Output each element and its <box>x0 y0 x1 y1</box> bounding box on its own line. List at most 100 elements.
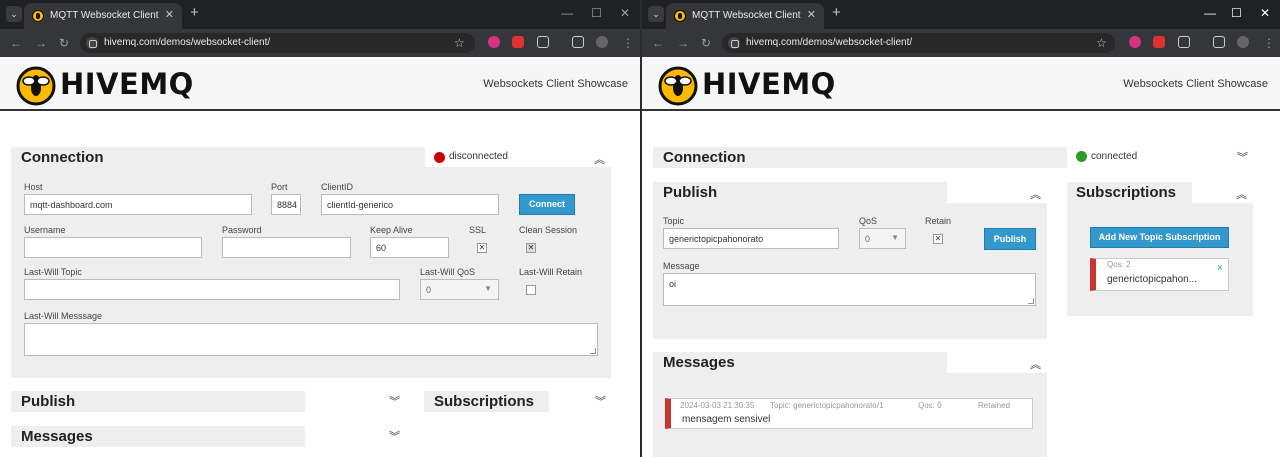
lwt-qos-value: 0 <box>426 285 432 295</box>
tab-bar: ⌄ MQTT Websocket Client ✕ + — ☐ ✕ <box>0 0 640 29</box>
close-icon[interactable]: ✕ <box>165 8 174 21</box>
chevron-up-icon[interactable]: ︾ <box>1028 187 1044 199</box>
connection-header[interactable]: Connection <box>653 147 1067 168</box>
side-panel-icon[interactable] <box>1213 36 1225 48</box>
connection-title: Connection <box>663 149 746 166</box>
messages-panel: 2024-03-03 21:30:35 Topic: generictopicp… <box>653 373 1047 457</box>
url-field[interactable]: hivemq.com/demos/websocket-client/ ☆ <box>722 33 1115 53</box>
messages-header[interactable]: Messages <box>11 426 305 447</box>
chevron-down-icon[interactable]: ︾ <box>386 432 402 443</box>
tab-bar: ⌄ MQTT Websocket Client ✕ + — ☐ ✕ <box>642 0 1280 29</box>
browser-tab[interactable]: MQTT Websocket Client ✕ <box>24 3 182 29</box>
browser-tab[interactable]: MQTT Websocket Client ✕ <box>666 3 824 29</box>
star-icon[interactable]: ☆ <box>1096 36 1107 50</box>
window-close-icon[interactable]: ✕ <box>620 5 630 21</box>
messages-header[interactable]: Messages <box>653 352 947 373</box>
publish-button[interactable]: Publish <box>984 228 1036 250</box>
connection-header[interactable]: Connection <box>11 147 425 167</box>
chevron-up-icon[interactable]: ︾ <box>592 152 608 164</box>
minimize-icon[interactable]: — <box>1204 5 1216 21</box>
more-menu-icon[interactable]: ⋮ <box>1263 35 1275 51</box>
extension-icon-1[interactable] <box>1129 36 1141 48</box>
keepalive-input[interactable]: 60 <box>370 237 449 258</box>
tab-search-icon[interactable]: ⌄ <box>648 6 664 22</box>
tab-search-icon[interactable]: ⌄ <box>6 6 22 22</box>
host-input[interactable]: mqtt-dashboard.com <box>24 194 252 215</box>
extensions-puzzle-icon[interactable] <box>1178 36 1190 48</box>
site-settings-icon[interactable] <box>86 37 98 49</box>
brand-name: HIVEMQ <box>60 67 194 101</box>
lwt-message-label: Last-Will Messsage <box>24 311 103 321</box>
clientid-input[interactable]: clientId-generico <box>321 194 499 215</box>
username-label: Username <box>24 225 66 235</box>
username-input[interactable] <box>24 237 202 258</box>
chevron-up-icon[interactable]: ︾ <box>1234 187 1250 199</box>
chevron-up-icon[interactable]: ︾ <box>1028 357 1044 369</box>
profile-icon[interactable] <box>596 36 608 48</box>
message-value: oi <box>669 279 677 289</box>
maximize-icon[interactable]: ☐ <box>591 5 602 21</box>
plus-icon[interactable]: + <box>832 5 841 21</box>
subscriptions-header[interactable]: Subscriptions <box>424 391 549 412</box>
tab-title: MQTT Websocket Client <box>692 10 801 21</box>
extension-icon-2[interactable] <box>1153 36 1165 48</box>
extension-icon-1[interactable] <box>488 36 500 48</box>
retain-checkbox[interactable]: ✕ <box>933 234 943 244</box>
page-tagline: Websockets Client Showcase <box>1123 78 1268 90</box>
clientid-label: ClientID <box>321 182 354 192</box>
lwt-topic-input[interactable] <box>24 279 400 300</box>
resize-grip-icon[interactable] <box>1028 298 1034 304</box>
arrow-right-icon[interactable]: → <box>677 35 689 51</box>
lwt-retain-label: Last-Will Retain <box>519 267 583 277</box>
url-field[interactable]: hivemq.com/demos/websocket-client/ ☆ <box>80 33 475 53</box>
retain-label: Retain <box>925 216 952 226</box>
extensions-puzzle-icon[interactable] <box>537 36 549 48</box>
chevron-down-icon[interactable]: ︾ <box>592 397 608 408</box>
remove-subscription-icon[interactable]: x <box>1218 262 1223 272</box>
ssl-checkbox[interactable]: ✕ <box>477 243 487 253</box>
password-input[interactable] <box>222 237 351 258</box>
star-icon[interactable]: ☆ <box>454 36 465 50</box>
subscription-qos: Qos: 2 <box>1107 260 1131 269</box>
subscriptions-title: Subscriptions <box>1076 184 1177 201</box>
maximize-icon[interactable]: ☐ <box>1231 5 1242 21</box>
lwt-retain-checkbox[interactable] <box>526 285 536 295</box>
chevron-down-icon[interactable]: ︾ <box>386 397 402 408</box>
lwt-message-textarea[interactable] <box>24 323 598 356</box>
profile-icon[interactable] <box>1237 36 1249 48</box>
hivemq-favicon-icon <box>32 10 44 22</box>
arrow-left-icon[interactable]: ← <box>652 35 664 51</box>
subscriptions-title: Subscriptions <box>434 393 535 410</box>
close-icon[interactable]: ✕ <box>807 8 816 21</box>
reload-icon[interactable]: ↻ <box>59 35 69 51</box>
topic-input[interactable]: generictopicpahonorato <box>663 228 839 249</box>
qos-value: 0 <box>865 234 871 244</box>
lwt-qos-select[interactable]: 0 ▼ <box>420 279 499 300</box>
qos-select[interactable]: 0 ▼ <box>859 228 906 249</box>
clean-session-checkbox[interactable]: ✕ <box>526 243 536 253</box>
resize-grip-icon[interactable] <box>590 348 596 354</box>
add-subscription-button[interactable]: Add New Topic Subscription <box>1090 227 1229 248</box>
arrow-right-icon[interactable]: → <box>35 35 47 51</box>
extension-icon-2[interactable] <box>512 36 524 48</box>
more-menu-icon[interactable]: ⋮ <box>622 35 634 51</box>
topic-label: Topic <box>663 216 685 226</box>
publish-header[interactable]: Publish <box>653 182 947 203</box>
side-panel-icon[interactable] <box>572 36 584 48</box>
message-textarea[interactable]: oi <box>663 273 1036 306</box>
window-close-icon[interactable]: ✕ <box>1260 5 1270 21</box>
hivemq-bee-logo-icon <box>658 66 698 106</box>
plus-icon[interactable]: + <box>190 5 199 21</box>
connect-button[interactable]: Connect <box>519 194 575 215</box>
message-timestamp: 2024-03-03 21:30:35 <box>680 401 755 410</box>
subscriptions-header[interactable]: Subscriptions <box>1067 182 1192 203</box>
port-input[interactable]: 8884 <box>271 194 301 215</box>
site-settings-icon[interactable] <box>728 37 740 49</box>
reload-icon[interactable]: ↻ <box>701 35 711 51</box>
arrow-left-icon[interactable]: ← <box>10 35 22 51</box>
page-content: HIVEMQ Websockets Client Showcase Connec… <box>642 57 1280 457</box>
minimize-icon[interactable]: — <box>561 5 573 21</box>
chevron-down-icon[interactable]: ︾ <box>1234 153 1250 164</box>
publish-header[interactable]: Publish <box>11 391 305 412</box>
subscription-item[interactable]: Qos: 2 generictopicpahon... x <box>1090 258 1229 291</box>
